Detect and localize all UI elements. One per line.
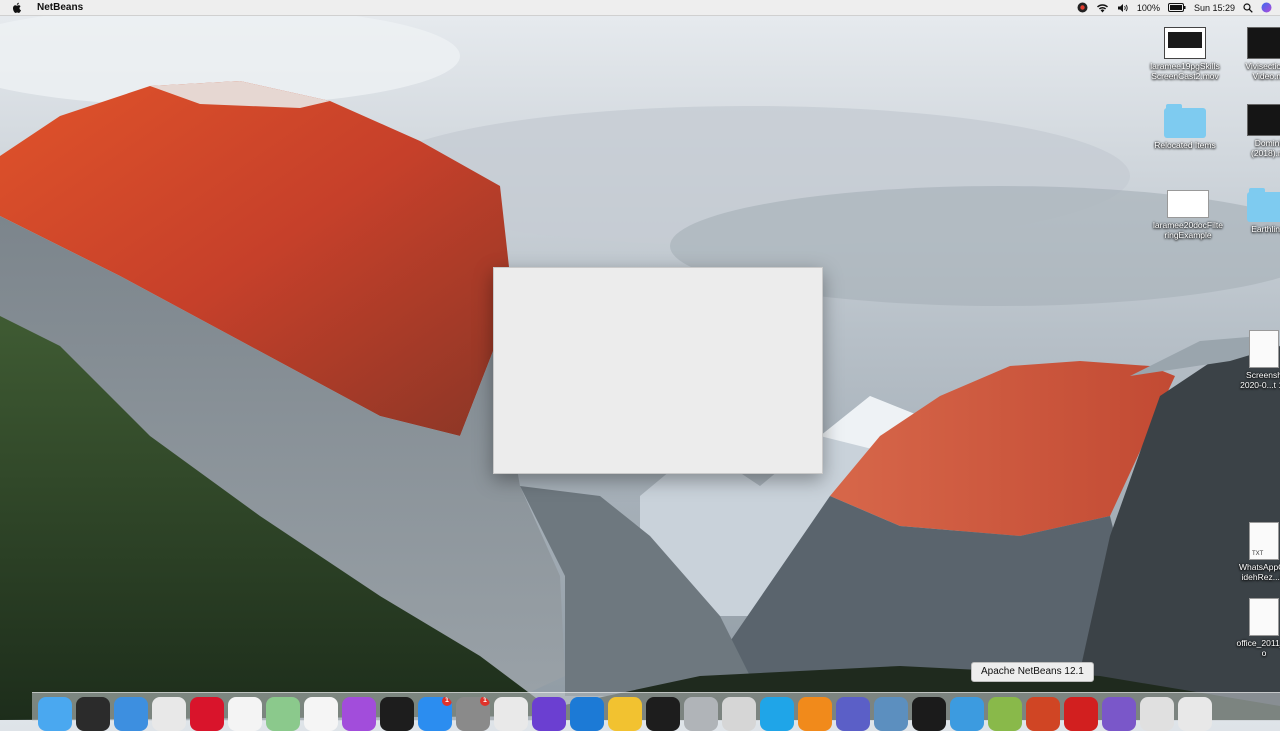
text-file-icon: TXT [1249, 522, 1279, 560]
apple-tv-icon[interactable] [380, 697, 414, 731]
opera-icon[interactable] [190, 697, 224, 731]
edge-icon[interactable] [570, 697, 604, 731]
menu-clock[interactable]: Sun 15:29 [1194, 3, 1235, 13]
desktop-folder[interactable]: Earthling [1228, 188, 1280, 234]
desktop-file-text[interactable]: TXT WhatsAppCh idehRez...i8 [1224, 522, 1280, 582]
terminal-icon[interactable] [76, 697, 110, 731]
video-thumbnail-icon [1164, 27, 1206, 59]
disk-utility-icon[interactable] [684, 697, 718, 731]
trash-icon[interactable] [1178, 697, 1212, 731]
app-menu-name[interactable]: NetBeans [37, 2, 83, 13]
skype-icon[interactable] [760, 697, 794, 731]
spotlight-search-icon[interactable] [1243, 2, 1253, 13]
desktop-file-video[interactable]: Domini (2018).m [1228, 104, 1280, 158]
screenshot-thumbnail-icon [1249, 330, 1279, 368]
podcasts-icon[interactable] [342, 697, 376, 731]
document-thumbnail-icon [1167, 190, 1209, 218]
folder-icon [1247, 188, 1280, 222]
files-stack-icon[interactable] [1140, 697, 1174, 731]
video-thumbnail-icon [1247, 104, 1280, 136]
maps-icon[interactable] [266, 697, 300, 731]
powerpoint-icon[interactable] [1026, 697, 1060, 731]
folder-icon [1164, 104, 1206, 138]
menu-bar: NetBeans 100% Sun 15:29 [0, 0, 1280, 16]
cyberduck-icon[interactable] [608, 697, 642, 731]
screenshot-icon[interactable] [494, 697, 528, 731]
chrome-icon[interactable] [152, 697, 186, 731]
desktop-folder-relocated-items[interactable]: Relocated Items [1145, 104, 1225, 150]
desktop-file-screenshot[interactable]: Screensh 2020-0...t 17 [1224, 330, 1280, 390]
netbeans-splash-window[interactable] [493, 267, 823, 474]
calendar-icon[interactable] [228, 697, 262, 731]
video-thumbnail-icon [1247, 27, 1280, 59]
dock: 11 [32, 692, 1280, 731]
music-icon[interactable] [304, 697, 338, 731]
system-preferences-icon[interactable]: 1 [456, 697, 490, 731]
dock-tooltip: Apache NetBeans 12.1 [971, 662, 1094, 682]
desktop-file-installer[interactable]: office_2011_m o [1224, 598, 1280, 658]
acrobat-icon[interactable] [1064, 697, 1098, 731]
notification-badge: 1 [442, 697, 452, 706]
record-icon[interactable] [1077, 2, 1088, 13]
notification-badge: 1 [480, 697, 490, 706]
teams-icon[interactable] [836, 697, 870, 731]
pluto-icon[interactable] [1102, 697, 1136, 731]
safari-icon[interactable] [114, 697, 148, 731]
battery-icon[interactable] [1167, 3, 1186, 12]
photo-icon[interactable] [874, 697, 908, 731]
finder-icon[interactable] [38, 697, 72, 731]
app-store-icon[interactable]: 1 [418, 697, 452, 731]
imovie-icon[interactable] [532, 697, 566, 731]
siri-icon[interactable] [1261, 2, 1272, 13]
netbeans-icon[interactable] [988, 697, 1022, 731]
disk-image-icon [1249, 598, 1279, 636]
preview-icon[interactable] [722, 697, 756, 731]
remote-desktop-icon[interactable] [950, 697, 984, 731]
desktop-file-document[interactable]: laramee20docFilte ringExample [1148, 190, 1228, 240]
battery-percent: 100% [1136, 2, 1160, 13]
wifi-icon[interactable] [1096, 3, 1109, 13]
desktop-file-video[interactable]: laramee19pgSkills ScreenCast2.mov [1145, 27, 1225, 81]
status-area: 100% Sun 15:29 [1077, 0, 1280, 15]
desktop-file-video[interactable]: VivisectionL Video.m [1228, 27, 1280, 81]
apple-menu-icon[interactable] [12, 2, 24, 14]
vlc-icon[interactable] [798, 697, 832, 731]
obs-icon[interactable] [912, 697, 946, 731]
activity-monitor-icon[interactable] [646, 697, 680, 731]
volume-icon[interactable] [1117, 3, 1129, 13]
